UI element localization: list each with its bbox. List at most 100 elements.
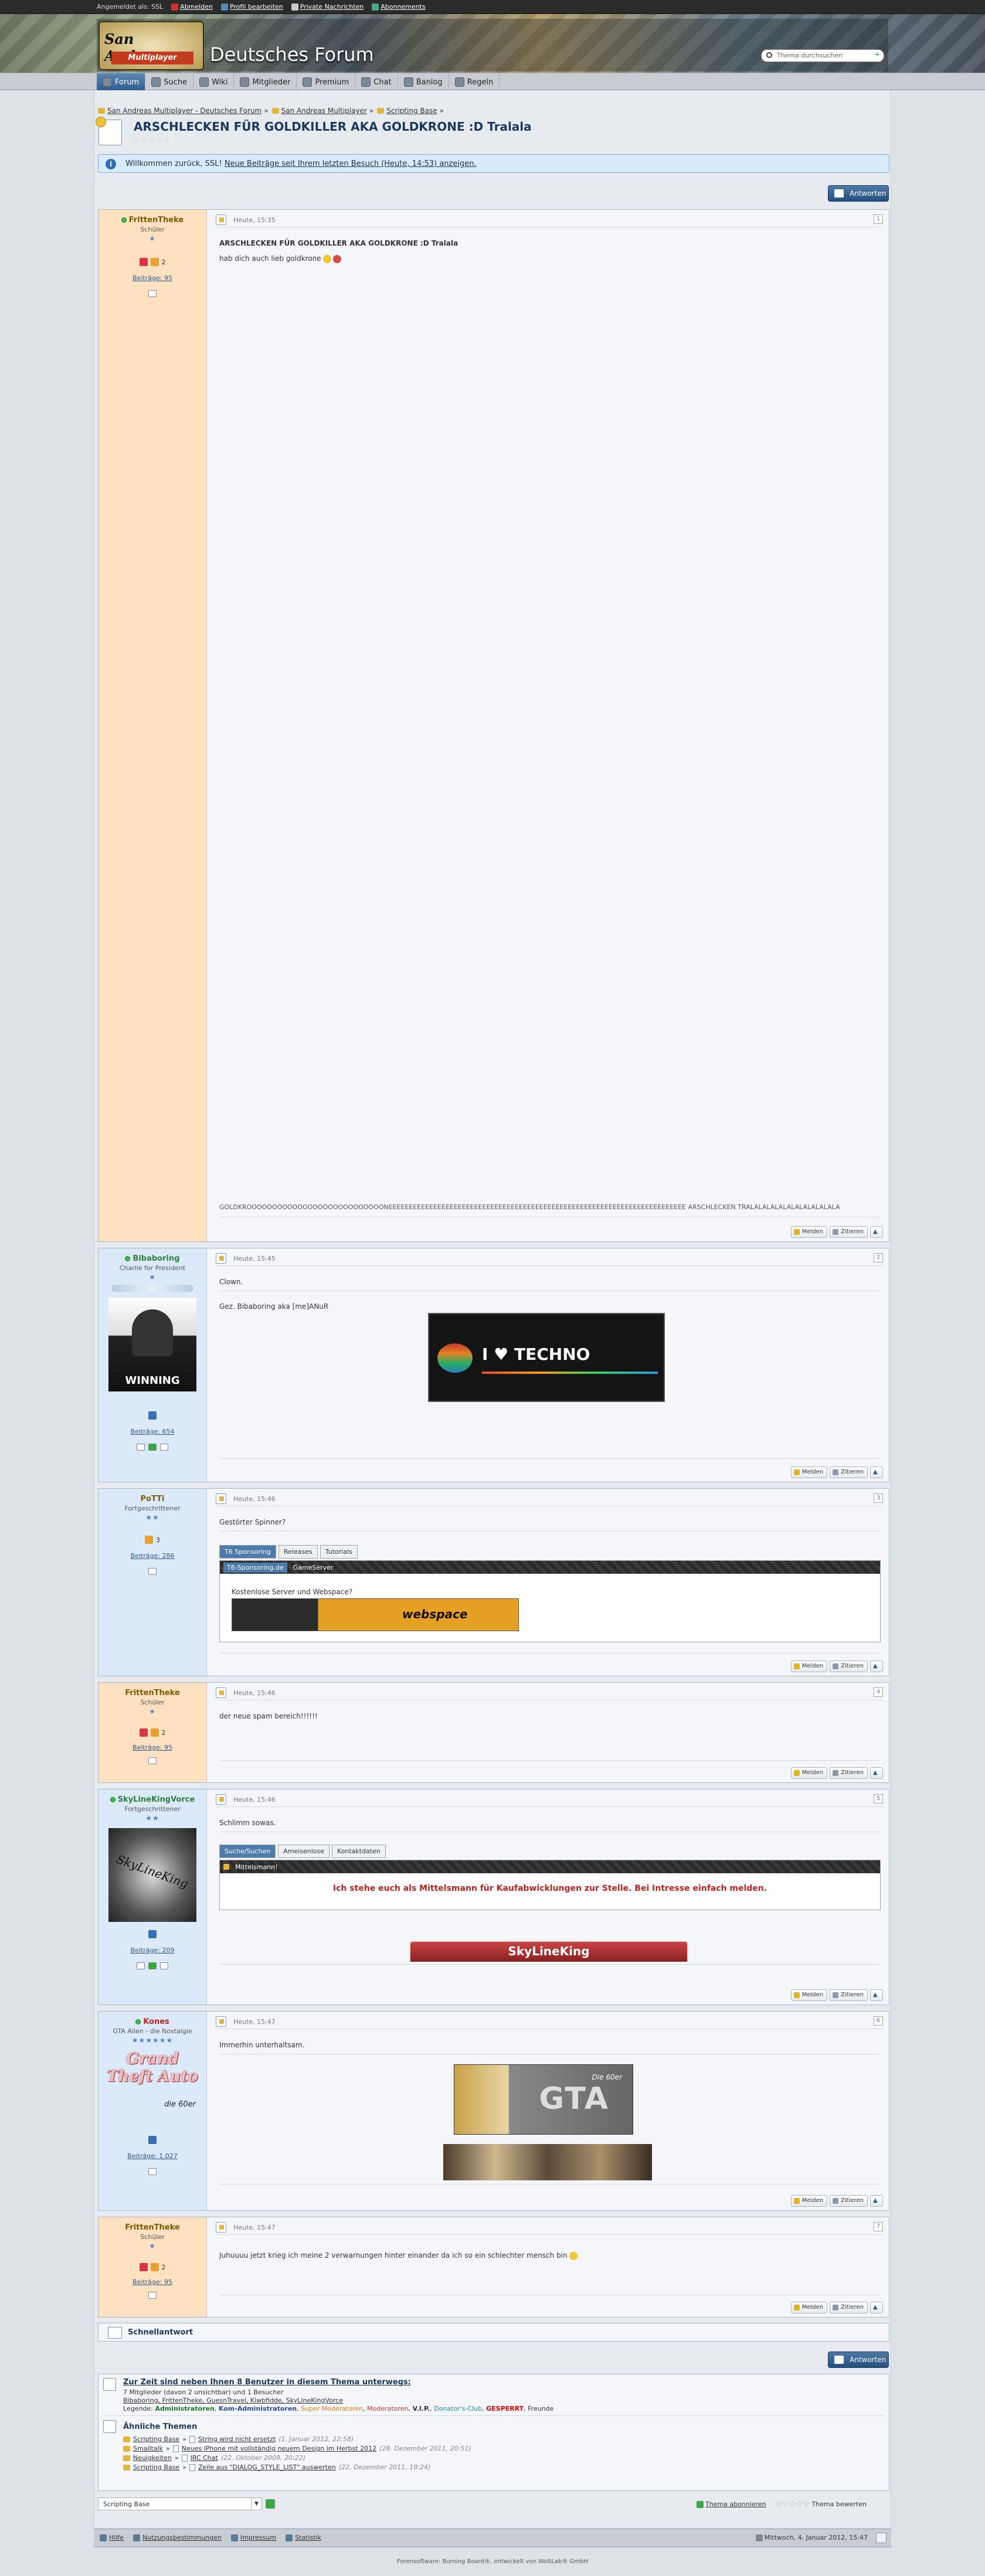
- icq-icon[interactable]: [148, 1444, 157, 1451]
- report-button[interactable]: Melden: [790, 2195, 828, 2207]
- message-icon[interactable]: [148, 290, 157, 297]
- message-icon[interactable]: [148, 2292, 157, 2299]
- new-posts-link[interactable]: Neue Beiträge seit Ihrem letzten Besuch …: [225, 159, 477, 168]
- post-number[interactable]: 4: [874, 1687, 883, 1697]
- rate-thread[interactable]: ☆☆☆☆☆ Thema bewerten: [776, 2500, 867, 2509]
- tab-sponsoring[interactable]: T6 Sponsoring: [219, 1545, 276, 1558]
- breadcrumb-item[interactable]: Scripting Base »: [377, 107, 444, 115]
- menu-premium[interactable]: Premium: [297, 73, 356, 91]
- post-number[interactable]: 6: [874, 2016, 883, 2026]
- quote-button[interactable]: Zitieren: [830, 1466, 868, 1478]
- quick-reply-toggle[interactable]: Schnellantwort: [98, 2323, 889, 2342]
- scroll-top-button[interactable]: [876, 2533, 886, 2543]
- similar-thread-row[interactable]: Smalltalk » Neues iPhone mit vollständig…: [123, 2445, 471, 2452]
- tab-free[interactable]: Ameisenlose: [278, 1845, 330, 1858]
- menu-rules[interactable]: Regeln: [449, 73, 500, 91]
- post-count[interactable]: Beiträge: 1.027: [98, 2152, 206, 2160]
- report-button[interactable]: Melden: [790, 1989, 828, 2001]
- menu-search[interactable]: Suche: [145, 73, 194, 91]
- online-names[interactable]: Bibaboring, FrittenTheke, GuesnTravel, K…: [123, 2397, 343, 2404]
- post-count[interactable]: Beiträge: 654: [98, 1428, 206, 1435]
- message-icon[interactable]: [148, 1568, 157, 1575]
- post-count[interactable]: Beiträge: 95: [98, 274, 206, 282]
- reply-button[interactable]: Antworten: [828, 2352, 889, 2368]
- quote-button[interactable]: Zitieren: [830, 1660, 868, 1672]
- menu-forum[interactable]: Forum: [97, 73, 146, 91]
- post-number[interactable]: 5: [874, 1794, 883, 1803]
- private-messages-link[interactable]: Private Nachrichten: [291, 3, 364, 11]
- subscriptions-link[interactable]: Abonnements: [372, 3, 426, 11]
- report-button[interactable]: Melden: [790, 1226, 828, 1238]
- site-logo[interactable]: San Andreas Multiplayer: [98, 21, 204, 70]
- profile-link[interactable]: Profil bearbeiten: [220, 3, 283, 11]
- breadcrumb-item[interactable]: San Andreas Multiplayer - Deutsches Foru…: [98, 107, 269, 115]
- tab-search[interactable]: Suche/Suchen: [219, 1845, 276, 1858]
- message-icon[interactable]: [160, 1962, 168, 1969]
- breadcrumb-item[interactable]: San Andreas Multiplayer »: [271, 107, 373, 115]
- author-name[interactable]: FrittenTheke: [129, 216, 184, 224]
- post-count[interactable]: Beiträge: 95: [98, 2278, 206, 2286]
- quote-button[interactable]: Zitieren: [830, 1767, 868, 1779]
- ad-banner[interactable]: webspace: [232, 1598, 519, 1631]
- menu-chat[interactable]: Chat: [355, 73, 398, 91]
- message-icon[interactable]: [160, 1444, 168, 1451]
- tab-releases[interactable]: Releases: [278, 1545, 318, 1558]
- report-button[interactable]: Melden: [790, 1660, 828, 1672]
- menu-banlog[interactable]: Banlog: [398, 73, 449, 91]
- tab-tutorials[interactable]: Tutorials: [320, 1545, 358, 1558]
- subtab-sponsoring[interactable]: T6-Sponsoring.de: [223, 1562, 287, 1573]
- author-name[interactable]: Kones: [143, 2017, 169, 2026]
- subtab-gameserver[interactable]: GameServer: [293, 1564, 334, 1571]
- icq-icon[interactable]: [148, 1962, 157, 1969]
- post-number[interactable]: 1: [874, 215, 883, 224]
- quote-button[interactable]: Zitieren: [830, 1226, 868, 1238]
- forum-jump-select[interactable]: Scripting Base ▼: [98, 2497, 262, 2510]
- search-submit-icon[interactable]: ➜: [874, 50, 886, 61]
- homepage-icon[interactable]: [137, 1962, 145, 1969]
- scroll-top-button[interactable]: ▲: [870, 2195, 883, 2207]
- report-button[interactable]: Melden: [790, 2302, 828, 2313]
- footer-terms-link[interactable]: Nutzungsbestimmungen: [133, 2534, 222, 2541]
- logout-link[interactable]: Abmelden: [171, 3, 213, 11]
- menu-wiki[interactable]: Wiki: [193, 73, 235, 91]
- search-input[interactable]: Thema durchsuchen ➜: [761, 49, 884, 62]
- online-users-title[interactable]: Zur Zeit sind neben Ihnen 8 Benutzer in …: [123, 2378, 411, 2387]
- subscribe-link[interactable]: Thema abonnieren: [697, 2500, 766, 2508]
- footer-stats-link[interactable]: Statistik: [286, 2534, 321, 2541]
- footer-help-link[interactable]: Hilfe: [100, 2534, 124, 2541]
- similar-thread-row[interactable]: Scripting Base » String wird nicht erset…: [123, 2435, 354, 2443]
- message-icon[interactable]: [148, 2168, 157, 2175]
- similar-thread-row[interactable]: Scripting Base » Zeile aus "DIALOG_STYLE…: [123, 2463, 430, 2471]
- tab-contact[interactable]: Kontaktdaten: [332, 1845, 386, 1858]
- scroll-top-button[interactable]: ▲: [870, 1989, 883, 2001]
- subtab-mediator[interactable]: Mittelsmann!: [235, 1863, 278, 1871]
- scroll-top-button[interactable]: ▲: [870, 1660, 883, 1672]
- reply-button[interactable]: Antworten: [828, 185, 889, 202]
- scroll-top-button[interactable]: ▲: [870, 2302, 883, 2313]
- footer-imprint-link[interactable]: Impressum: [230, 2534, 276, 2541]
- homepage-icon[interactable]: [137, 1444, 145, 1451]
- post-count[interactable]: Beiträge: 209: [98, 1947, 206, 1954]
- author-name[interactable]: PoTTi: [141, 1495, 165, 1503]
- quote-button[interactable]: Zitieren: [830, 2195, 868, 2207]
- author-name[interactable]: FrittenTheke: [125, 2223, 179, 2232]
- report-button[interactable]: Melden: [790, 1466, 828, 1478]
- quote-button[interactable]: Zitieren: [830, 1989, 868, 2001]
- similar-thread-row[interactable]: Neuigkeiten » IRC Chat (22. Oktober 2009,…: [123, 2454, 305, 2462]
- post-count[interactable]: Beiträge: 286: [98, 1552, 206, 1560]
- post-number[interactable]: 3: [874, 1493, 883, 1503]
- menu-members[interactable]: Mitglieder: [234, 73, 297, 91]
- message-icon[interactable]: [148, 1757, 157, 1764]
- jump-go-button[interactable]: [266, 2499, 275, 2509]
- author-name[interactable]: FrittenTheke: [125, 1689, 179, 1697]
- author-name[interactable]: Bibaboring: [133, 1254, 179, 1263]
- scroll-top-button[interactable]: ▲: [870, 1466, 883, 1478]
- author-name[interactable]: SkyLineKingVorce: [118, 1795, 195, 1804]
- post-count[interactable]: Beiträge: 95: [98, 1744, 206, 1751]
- post-number[interactable]: 7: [874, 2222, 883, 2231]
- post-number[interactable]: 2: [874, 1253, 883, 1263]
- scroll-top-button[interactable]: ▲: [870, 1226, 883, 1238]
- scroll-top-button[interactable]: ▲: [870, 1767, 883, 1779]
- report-button[interactable]: Melden: [790, 1767, 828, 1779]
- quote-button[interactable]: Zitieren: [830, 2302, 868, 2313]
